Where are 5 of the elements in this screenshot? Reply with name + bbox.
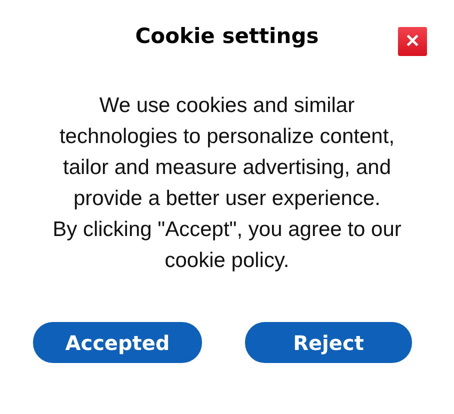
dialog-button[interactable]: Reject: [245, 322, 412, 363]
close-button[interactable]: ✕: [398, 27, 427, 56]
cookie-message: We use cookies and similar technologies to personalize content, tailor and measure advertising, and provide a better user experience. By clicking "Accept", you agree to our cookie policy.: [52, 93, 402, 274]
dialog-button[interactable]: Accepted: [33, 322, 202, 363]
dialog-title: Cookie settings: [135, 24, 319, 48]
